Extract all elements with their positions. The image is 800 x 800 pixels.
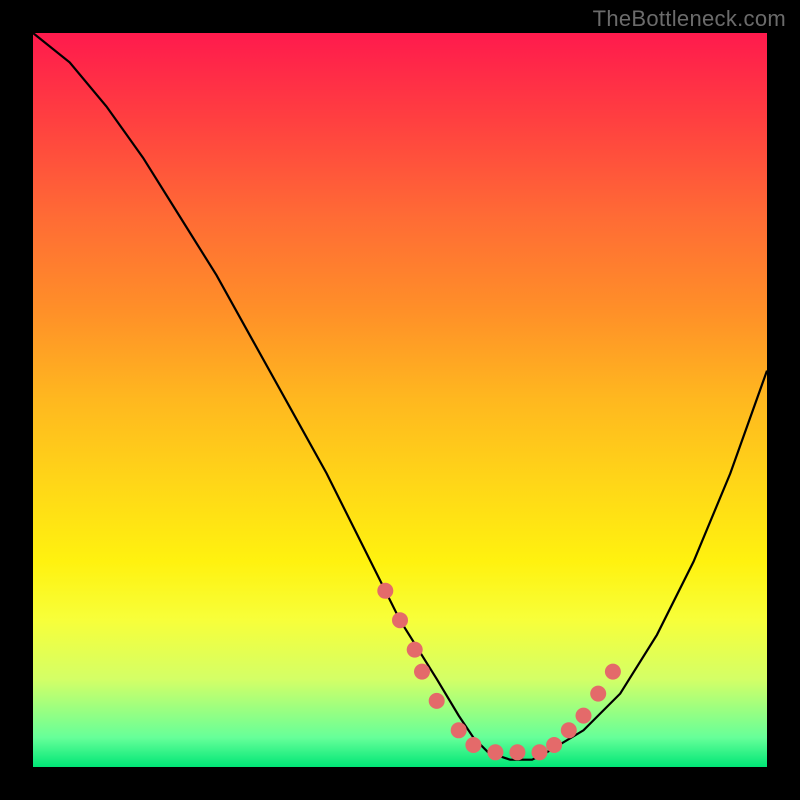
watermark-label: TheBottleneck.com [593, 6, 786, 32]
marker-dot [392, 612, 408, 628]
marker-dot [451, 722, 467, 738]
chart-frame: TheBottleneck.com [0, 0, 800, 800]
marker-dot [576, 708, 592, 724]
marker-dot [487, 744, 503, 760]
marker-dot [377, 583, 393, 599]
marker-dot [605, 664, 621, 680]
marker-dot [465, 737, 481, 753]
marker-dot [429, 693, 445, 709]
curve-layer [33, 33, 767, 767]
marker-dot [509, 744, 525, 760]
marker-dot [414, 664, 430, 680]
marker-group [377, 583, 621, 761]
marker-dot [561, 722, 577, 738]
bottleneck-curve [33, 33, 767, 760]
marker-dot [546, 737, 562, 753]
marker-dot [590, 686, 606, 702]
marker-dot [407, 642, 423, 658]
plot-area [33, 33, 767, 767]
marker-dot [532, 744, 548, 760]
